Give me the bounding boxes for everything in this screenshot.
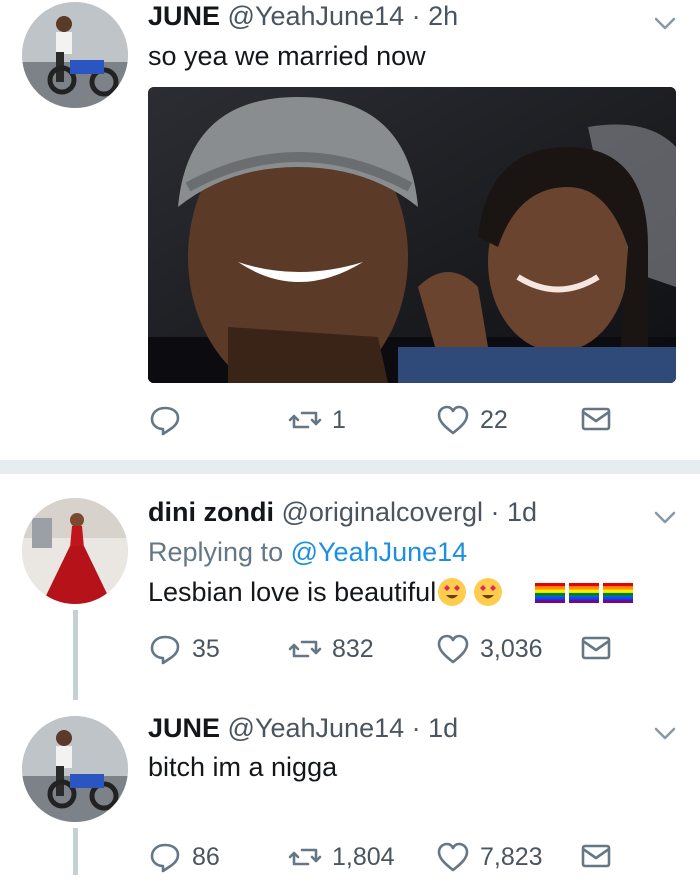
tweet-2: dini zondi @originalcovergl · 1d Replyin… [0,474,700,700]
heart-icon [437,842,469,872]
retweet-icon [288,411,322,429]
tweet-divider [0,460,700,474]
envelope-icon [581,636,611,660]
like-button[interactable]: 3,036 [436,632,543,666]
envelope-icon [581,407,611,431]
timestamp[interactable]: 1d [507,497,537,527]
separator: · [490,497,500,527]
avatar-dini[interactable] [22,498,128,604]
retweet-button[interactable]: 1 [288,403,346,437]
display-name[interactable]: dini zondi [148,497,274,527]
like-count: 22 [480,405,508,434]
reply-count: 35 [192,634,220,663]
tweet-header: JUNE @YeahJune14 · 2h [148,0,458,32]
avatar-june[interactable] [22,2,128,108]
reply-count: 86 [192,842,220,871]
replying-prefix: Replying to [148,537,284,567]
replying-handle[interactable]: @YeahJune14 [291,537,468,567]
retweet-icon [288,848,322,866]
heart-icon [437,405,469,435]
retweet-count: 1,804 [332,842,395,871]
retweet-button[interactable]: 832 [288,632,374,666]
heart-eyes-emoji-icon [474,578,503,606]
thread-line [73,610,78,700]
rainbow-flag-icon [569,583,600,603]
reply-button[interactable] [148,403,192,437]
reply-icon [150,406,180,436]
rainbow-flag-icon [535,583,566,603]
avatar-june[interactable] [22,716,128,822]
user-handle[interactable]: @originalcovergl [282,497,484,527]
tweet-text: Lesbian love is beautiful [148,577,437,607]
separator: · [411,713,421,743]
tweet-text: so yea we married now [148,41,426,71]
tweet-3: JUNE @YeahJune14 · 1d bitch im a nigga 8… [0,694,700,875]
like-button[interactable]: 7,823 [436,840,543,874]
heart-icon [437,634,469,664]
retweet-icon [288,640,322,658]
action-bar: 35 832 3,036 [148,632,668,672]
timestamp[interactable]: 1d [428,713,458,743]
reply-button[interactable]: 86 [148,840,220,874]
retweet-count: 1 [332,405,346,434]
retweet-button[interactable]: 1,804 [288,840,395,874]
reply-icon [150,843,180,873]
display-name[interactable]: JUNE [148,713,220,743]
tweet-photo[interactable] [148,87,676,383]
action-bar: 86 1,804 7,823 [148,840,668,880]
tweet-text: bitch im a nigga [148,752,338,782]
timestamp[interactable]: 2h [428,1,458,31]
tweet-text-row: Lesbian love is beautiful [148,576,634,608]
retweet-count: 832 [332,634,374,663]
chevron-down-icon[interactable] [652,10,678,36]
chevron-down-icon[interactable] [652,504,678,530]
envelope-icon [581,844,611,868]
like-count: 3,036 [480,634,543,663]
tweet-1: JUNE @YeahJune14 · 2h so yea we married … [0,0,700,460]
reply-icon [150,635,180,665]
dm-button[interactable] [580,632,612,664]
action-bar: 1 22 [148,403,668,443]
user-handle[interactable]: @YeahJune14 [228,713,405,743]
display-name[interactable]: JUNE [148,1,220,31]
like-button[interactable]: 22 [436,403,508,437]
user-handle[interactable]: @YeahJune14 [228,1,405,31]
thread-line [73,828,78,875]
tweet-header: JUNE @YeahJune14 · 1d [148,712,458,744]
dm-button[interactable] [580,840,612,872]
replying-to: Replying to @YeahJune14 [148,536,467,568]
dm-button[interactable] [580,403,612,435]
tweet-header: dini zondi @originalcovergl · 1d [148,496,537,528]
like-count: 7,823 [480,842,543,871]
heart-eyes-emoji-icon [438,578,467,606]
rainbow-flag-icon [603,583,634,603]
reply-button[interactable]: 35 [148,632,220,666]
chevron-down-icon[interactable] [652,720,678,746]
separator: · [411,1,421,31]
